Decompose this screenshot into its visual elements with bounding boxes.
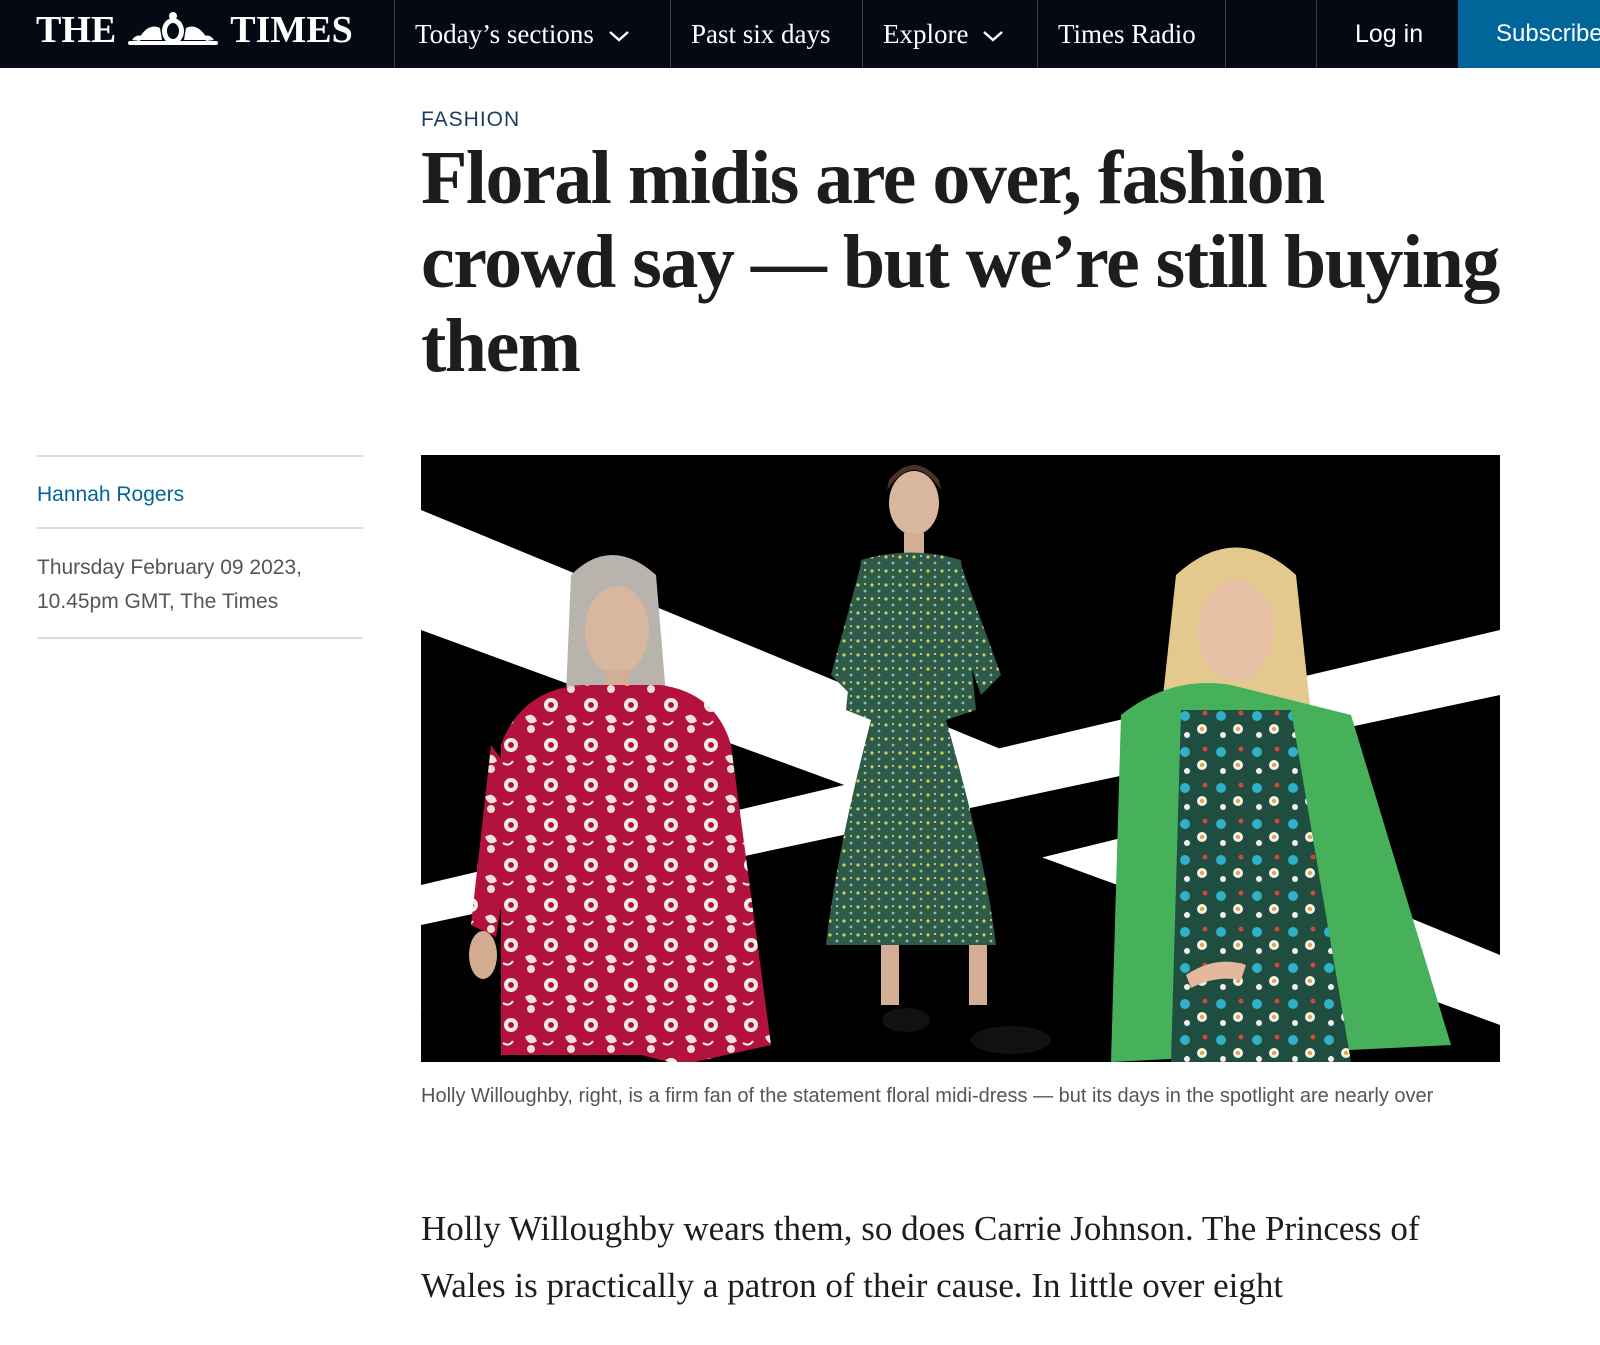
article-body-paragraph: Holly Willoughby wears them, so does Car…	[421, 1209, 1420, 1305]
nav-label: Explore	[883, 18, 969, 49]
logo-text-times: TIMES	[230, 9, 353, 51]
nav-todays-sections[interactable]: Today’s sections	[394, 0, 670, 68]
image-caption: Holly Willoughby, right, is a firm fan o…	[421, 1085, 1434, 1107]
chevron-down-icon	[609, 31, 629, 42]
nav-times-radio[interactable]: Times Radio	[1037, 0, 1226, 68]
section-link[interactable]: FASHION	[421, 108, 520, 132]
divider	[37, 637, 363, 639]
logo-text-the: THE	[36, 9, 117, 51]
nav-past-six-days[interactable]: Past six days	[670, 0, 862, 68]
nav-label: Today’s sections	[415, 18, 594, 49]
top-nav-bar: THE TIMES Today’s sections Past six days…	[0, 0, 1600, 68]
nav-label: Past six days	[691, 18, 831, 49]
hero-photo-illustration	[421, 455, 1500, 1062]
login-label: Log in	[1355, 19, 1424, 48]
chevron-down-icon	[983, 31, 1004, 42]
login-button[interactable]: Log in	[1316, 0, 1458, 68]
hero-image	[421, 455, 1500, 1062]
nav-label: Times Radio	[1058, 18, 1196, 49]
subscribe-label: Subscribe	[1496, 20, 1600, 47]
publish-dateline: Thursday February 09 2023, 10.45pm GMT, …	[37, 556, 302, 613]
subscribe-button[interactable]: Subscribe	[1458, 0, 1600, 68]
article-headline: Floral midis are over, fashion crowd say…	[421, 136, 1500, 388]
nav-explore[interactable]: Explore	[862, 0, 1037, 68]
author-link[interactable]: Hannah Rogers	[37, 457, 363, 527]
royal-crest-icon	[128, 12, 219, 45]
byline-panel: Hannah Rogers Thursday February 09 2023,…	[37, 455, 363, 639]
times-logo[interactable]: THE TIMES	[36, 8, 353, 52]
